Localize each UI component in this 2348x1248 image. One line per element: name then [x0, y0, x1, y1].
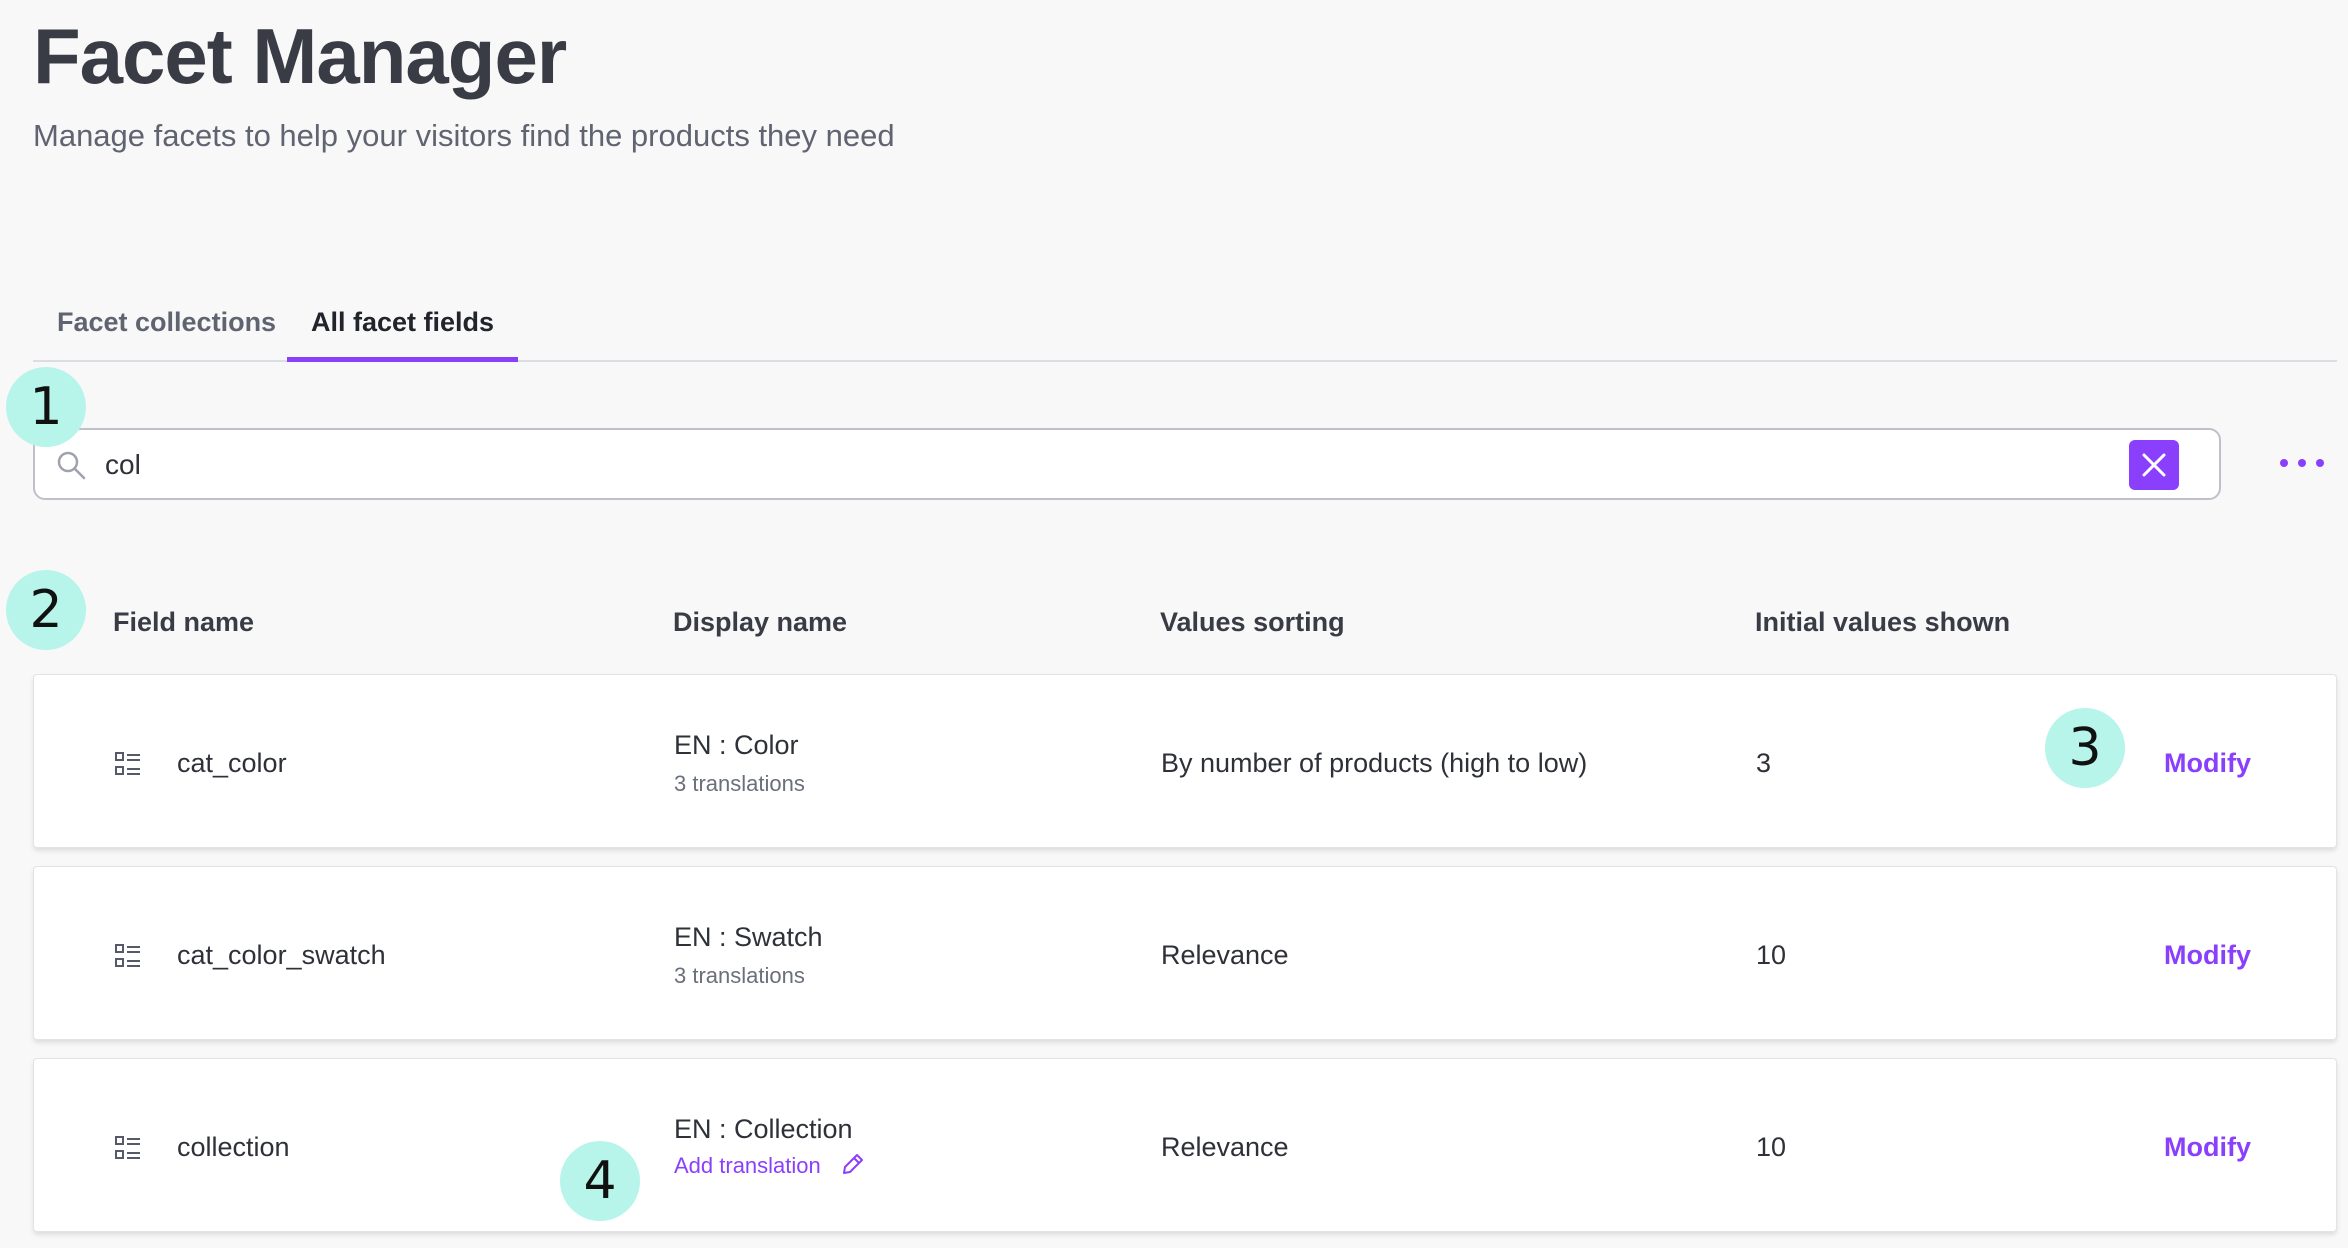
- table-row: collection EN : Collection Add translati…: [33, 1058, 2337, 1232]
- initial-values-shown: 3: [1756, 748, 1772, 778]
- values-sorting: Relevance: [1161, 940, 1289, 970]
- pencil-icon[interactable]: [840, 1151, 866, 1177]
- modify-button[interactable]: Modify: [2164, 743, 2251, 783]
- list-facet-icon: [115, 1136, 140, 1159]
- page-subtitle: Manage facets to help your visitors find…: [33, 118, 895, 153]
- clear-search-button[interactable]: [2129, 440, 2179, 490]
- add-translation-link[interactable]: Add translation: [674, 1151, 821, 1181]
- header-display-name: Display name: [673, 607, 848, 637]
- tab-facet-collections[interactable]: Facet collections: [33, 290, 300, 362]
- list-facet-icon: [115, 752, 140, 775]
- field-name: cat_color_swatch: [177, 940, 386, 970]
- modify-button[interactable]: Modify: [2164, 935, 2251, 975]
- translations-count: 3 translations: [674, 771, 805, 796]
- tab-bar: Facet collections All facet fields: [33, 290, 2337, 362]
- header-initial-values-shown: Initial values shown: [1755, 607, 2011, 637]
- close-icon: [2142, 453, 2166, 477]
- list-facet-icon: [115, 944, 140, 967]
- display-name: EN : Swatch: [674, 922, 823, 952]
- table-row: cat_color_swatch EN : Swatch 3 translati…: [33, 866, 2337, 1040]
- more-horizontal-icon: [2280, 459, 2288, 467]
- initial-values-shown: 10: [1756, 1132, 1787, 1162]
- callout-badge-1: 1: [6, 367, 86, 447]
- values-sorting: Relevance: [1161, 1132, 1289, 1162]
- more-options-button[interactable]: [2280, 448, 2324, 478]
- table-row: cat_color EN : Color 3 translations By n…: [33, 674, 2337, 848]
- modify-button[interactable]: Modify: [2164, 1127, 2251, 1167]
- initial-values-shown: 10: [1756, 940, 1787, 970]
- values-sorting: By number of products (high to low): [1161, 748, 1588, 778]
- display-name: EN : Color: [674, 730, 799, 760]
- search-bar: [33, 428, 2221, 500]
- header-field-name: Field name: [113, 607, 255, 637]
- field-name: cat_color: [177, 748, 287, 778]
- translations-count: 3 translations: [674, 963, 805, 988]
- tab-all-facet-fields[interactable]: All facet fields: [287, 290, 519, 362]
- callout-badge-3: 3: [2045, 708, 2125, 788]
- callout-badge-4: 4: [560, 1141, 640, 1221]
- header-values-sorting: Values sorting: [1160, 607, 1345, 637]
- field-name: collection: [177, 1132, 290, 1162]
- callout-badge-2: 2: [6, 570, 86, 650]
- page-title: Facet Manager: [33, 12, 567, 100]
- search-input[interactable]: [103, 440, 2107, 490]
- search-icon: [57, 451, 86, 480]
- display-name: EN : Collection: [674, 1114, 853, 1144]
